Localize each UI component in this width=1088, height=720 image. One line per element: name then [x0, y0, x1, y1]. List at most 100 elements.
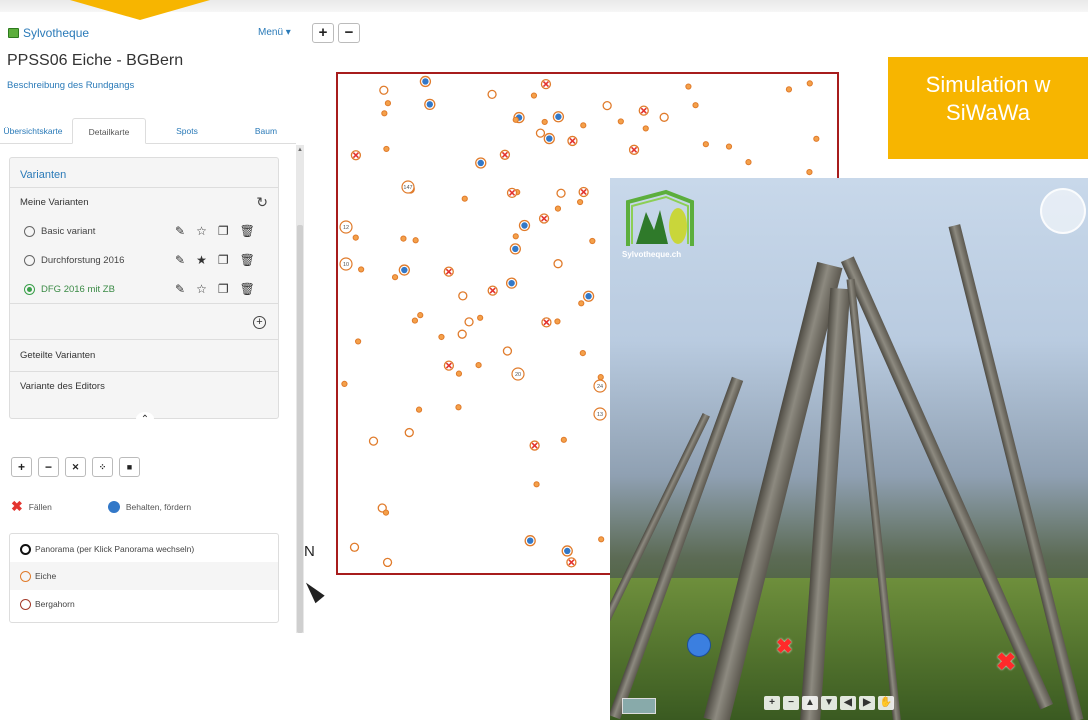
tree-marker[interactable] — [502, 346, 513, 356]
add-variant-icon[interactable]: + — [253, 316, 266, 329]
toolbar-zoom-in-button[interactable]: + — [11, 457, 32, 477]
layer-eiche[interactable]: Eiche — [10, 562, 278, 590]
tree-marker[interactable] — [509, 243, 521, 255]
tree-marker[interactable] — [505, 277, 518, 289]
tree-marker[interactable] — [541, 118, 548, 126]
star-outline-icon[interactable]: ☆ — [196, 275, 207, 304]
tree-marker[interactable] — [535, 128, 546, 138]
copy-icon[interactable]: ❐ — [218, 217, 229, 246]
tree-marker[interactable] — [598, 536, 605, 543]
tree-marker[interactable] — [457, 329, 467, 339]
tree-marker[interactable] — [685, 83, 692, 90]
tree-marker[interactable] — [382, 509, 390, 516]
tree-marker[interactable] — [540, 78, 552, 90]
edit-pencil-icon[interactable]: ✎ — [175, 275, 185, 304]
variant-durchforstung[interactable]: Durchforstung 2016 ✎ ★ ❐ 🗑 — [10, 246, 278, 275]
tree-marker[interactable] — [579, 350, 586, 357]
tree-marker[interactable] — [464, 317, 474, 327]
tree-marker[interactable] — [350, 150, 362, 161]
toolbar-zoom-out-button[interactable]: − — [38, 457, 59, 477]
tree-marker-labelled[interactable]: 10 — [339, 257, 353, 271]
tree-marker[interactable] — [487, 89, 497, 100]
tree-marker[interactable] — [580, 122, 587, 129]
menu-dropdown[interactable]: Menü ▾ — [258, 27, 291, 38]
tree-marker[interactable] — [597, 374, 604, 381]
radio-basic-variant[interactable] — [24, 226, 35, 237]
tree-marker[interactable] — [638, 105, 649, 116]
toolbar-fit-extent-button[interactable]: ✕ — [65, 457, 86, 477]
tree-marker[interactable] — [383, 145, 390, 153]
tree-marker[interactable] — [487, 285, 498, 296]
star-filled-icon[interactable]: ★ — [196, 246, 207, 275]
fell-tree-marker[interactable]: ✖ — [776, 634, 793, 659]
tree-marker[interactable] — [541, 317, 552, 328]
pano-right-icon[interactable]: ▶ — [859, 696, 875, 710]
collapse-chevron-icon[interactable]: ⌃ — [136, 412, 154, 426]
tree-marker[interactable] — [533, 481, 540, 488]
brand[interactable]: Sylvotheque — [8, 26, 89, 40]
tree-marker[interactable] — [381, 110, 388, 117]
tree-marker[interactable] — [384, 100, 392, 107]
keep-tree-marker[interactable] — [687, 633, 711, 657]
tree-marker-labelled[interactable]: 147 — [401, 180, 415, 194]
tree-marker[interactable] — [398, 264, 410, 276]
tree-marker[interactable] — [567, 135, 578, 147]
tree-marker[interactable] — [382, 557, 393, 568]
pano-zoom-out-icon[interactable]: − — [783, 696, 799, 710]
variant-dfg-2016[interactable]: DFG 2016 mit ZB ✎ ☆ ❐ 🗑 — [10, 275, 278, 304]
shared-variants-row[interactable]: Geteilte Varianten — [10, 340, 278, 372]
compass-icon[interactable] — [1040, 188, 1086, 234]
edit-pencil-icon[interactable]: ✎ — [175, 217, 185, 246]
tree-marker[interactable] — [576, 198, 584, 206]
tree-marker[interactable] — [475, 157, 487, 169]
tree-marker[interactable] — [725, 143, 733, 150]
tab-spots[interactable]: Spots — [160, 118, 214, 144]
tree-marker-labelled[interactable]: 20 — [511, 367, 525, 381]
trash-icon[interactable]: 🗑 — [240, 217, 255, 246]
pano-down-icon[interactable]: ▼ — [821, 696, 837, 710]
tree-marker[interactable] — [349, 542, 360, 552]
tree-marker[interactable] — [543, 132, 555, 145]
tree-marker[interactable] — [417, 312, 424, 319]
tree-marker[interactable] — [589, 237, 596, 245]
tree-marker[interactable] — [412, 237, 419, 244]
pano-up-icon[interactable]: ▲ — [802, 696, 818, 710]
tree-marker[interactable] — [578, 300, 585, 307]
tree-marker[interactable] — [379, 85, 389, 95]
tree-marker[interactable] — [415, 406, 423, 413]
tree-marker[interactable] — [424, 98, 436, 111]
editor-variant-row[interactable]: Variante des Editors — [10, 372, 278, 402]
tab-detail-map[interactable]: Detailkarte — [72, 118, 146, 144]
tree-marker[interactable] — [617, 118, 624, 125]
sidebar-scrollbar[interactable]: ▲ — [296, 145, 304, 633]
layer-panorama[interactable]: Panorama (per Klick Panorama wechseln) — [10, 534, 278, 562]
radio-dfg-2016[interactable] — [24, 283, 35, 295]
tree-marker[interactable] — [538, 213, 550, 224]
tree-marker[interactable] — [602, 100, 612, 111]
tree-marker[interactable] — [745, 159, 752, 166]
tree-marker-labelled[interactable]: 12 — [339, 220, 353, 234]
tree-marker[interactable] — [702, 141, 709, 148]
tree-marker[interactable] — [477, 314, 484, 321]
scroll-up-icon[interactable]: ▲ — [297, 147, 303, 153]
variant-basic[interactable]: Basic variant ✎ ☆ ❐ 🗑 — [10, 217, 278, 246]
refresh-icon[interactable]: ↻ — [256, 188, 268, 217]
tree-marker[interactable] — [404, 427, 414, 438]
copy-icon[interactable]: ❐ — [218, 275, 229, 304]
fell-tree-marker[interactable]: ✖ — [996, 648, 1016, 677]
tree-marker[interactable] — [628, 144, 640, 155]
tree-marker[interactable] — [560, 436, 567, 443]
tree-marker[interactable] — [524, 535, 536, 547]
tree-marker[interactable] — [554, 318, 561, 325]
pano-hand-icon[interactable]: ✋ — [878, 696, 894, 710]
tree-marker[interactable] — [556, 188, 566, 198]
edit-pencil-icon[interactable]: ✎ — [175, 246, 185, 275]
tree-marker[interactable] — [461, 195, 468, 202]
tree-marker[interactable] — [578, 186, 589, 198]
tree-marker[interactable] — [368, 436, 379, 446]
tree-marker[interactable] — [554, 205, 562, 212]
tree-marker[interactable] — [659, 112, 669, 122]
star-outline-icon[interactable]: ☆ — [196, 217, 207, 246]
tree-marker-labelled[interactable]: 13 — [593, 407, 607, 421]
tree-marker[interactable] — [391, 274, 399, 281]
